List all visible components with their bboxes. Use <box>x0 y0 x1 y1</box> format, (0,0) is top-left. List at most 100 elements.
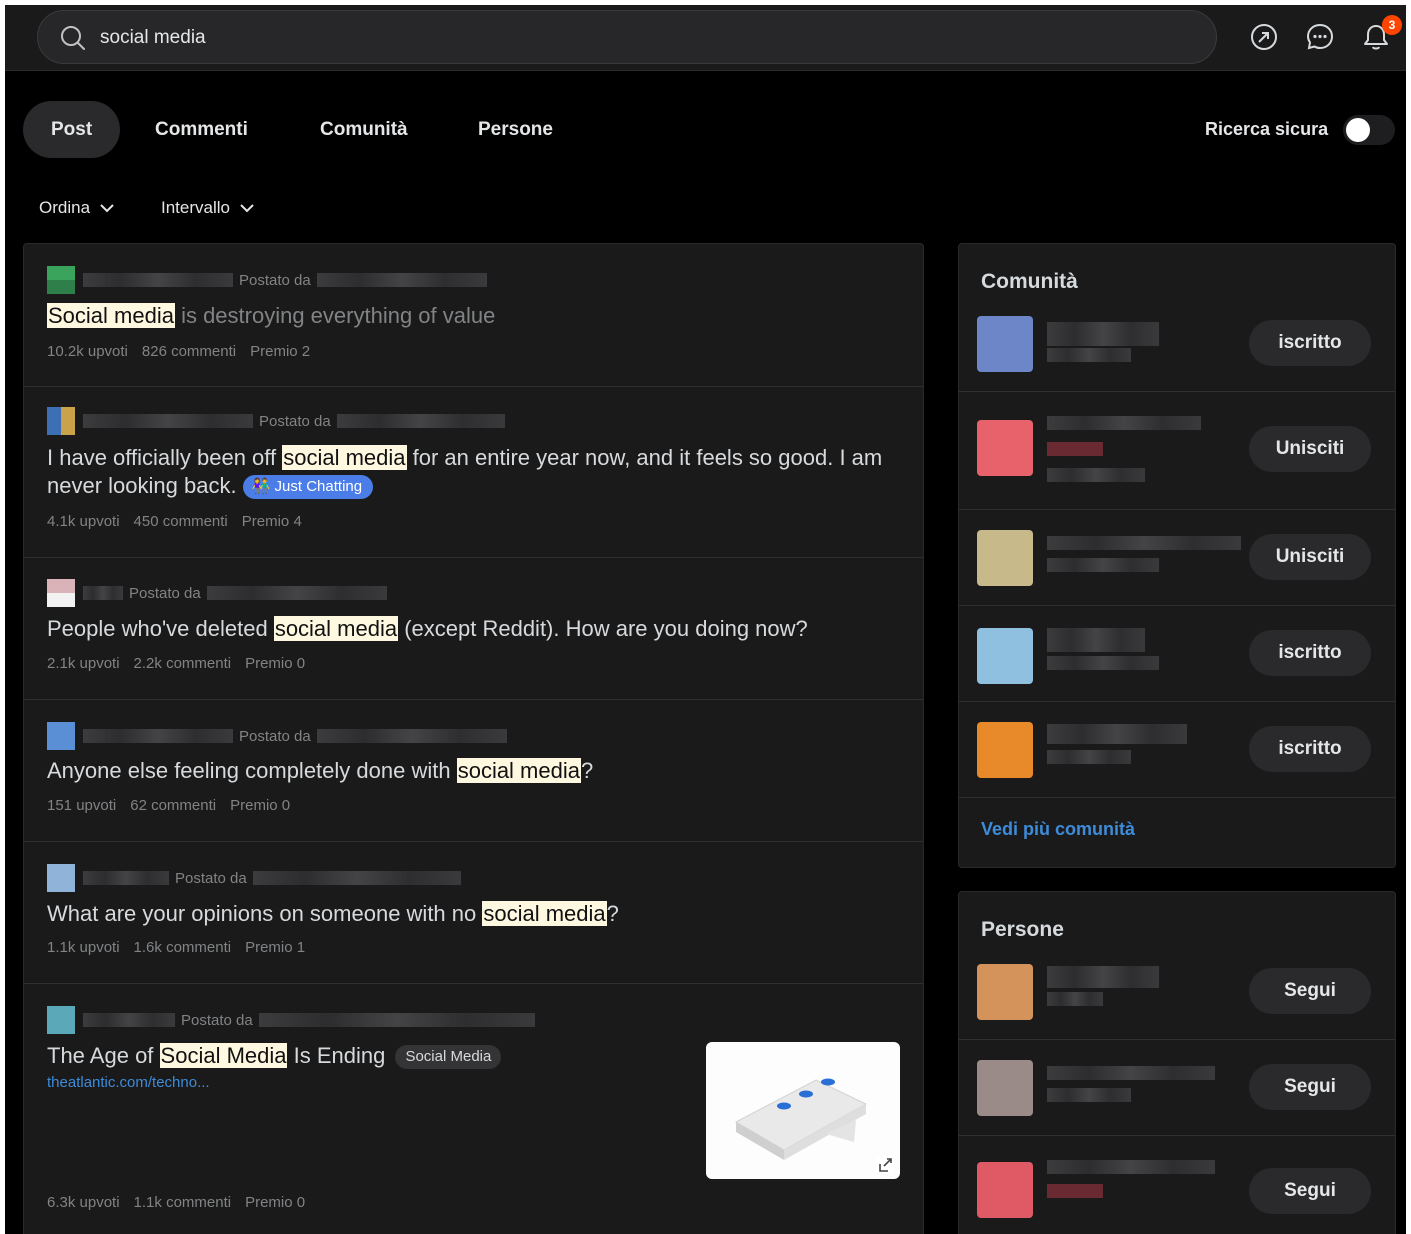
person-name-blurred <box>1047 1066 1215 1102</box>
community-name-blurred <box>83 273 233 287</box>
post-stats: 4.1k upvoti 450 commenti Premio 4 <box>47 513 316 530</box>
awards: Premio 0 <box>245 1194 306 1211</box>
chat-icon[interactable] <box>1304 21 1336 53</box>
upvotes: 6.3k upvoti <box>47 1194 120 1211</box>
post-meta: Postato da <box>47 722 507 750</box>
join-button[interactable]: iscritto <box>1249 630 1371 676</box>
community-name-blurred <box>83 414 253 428</box>
post-title[interactable]: People who've deleted social media (exce… <box>47 615 808 643</box>
search-bar[interactable] <box>37 10 1217 64</box>
safe-search-toggle[interactable] <box>1343 115 1395 145</box>
person-row[interactable]: Segui <box>959 1136 1395 1234</box>
post-title[interactable]: What are your opinions on someone with n… <box>47 900 619 928</box>
tab-persone[interactable]: Persone <box>478 101 553 158</box>
community-avatar <box>977 316 1033 372</box>
community-avatar <box>977 530 1033 586</box>
post-title[interactable]: Anyone else feeling completely done with… <box>47 757 593 785</box>
follow-button[interactable]: Segui <box>1249 1064 1371 1110</box>
author-name-blurred <box>316 273 487 287</box>
tab-post[interactable]: Post <box>23 101 121 158</box>
sort-label: Ordina <box>39 198 91 217</box>
post-item[interactable]: Postato da People who've deleted social … <box>24 558 923 700</box>
search-highlight: social media <box>482 901 607 926</box>
follow-button[interactable]: Segui <box>1249 968 1371 1014</box>
post-link[interactable]: theatlantic.com/techno... <box>47 1074 210 1091</box>
follow-button[interactable]: Segui <box>1249 1168 1371 1214</box>
toggle-knob <box>1346 118 1370 142</box>
person-row[interactable]: Segui <box>959 1040 1395 1136</box>
community-avatar <box>47 266 75 294</box>
post-flair[interactable]: 👫 Just Chatting <box>242 475 374 499</box>
person-name-blurred <box>1047 966 1159 1006</box>
communities-title: Comunità <box>981 270 1078 293</box>
awards: Premio 1 <box>245 939 306 956</box>
comments-count[interactable]: 450 commenti <box>134 513 228 530</box>
people-card: Persone Segui Segui Segui <box>958 891 1396 1234</box>
popular-icon[interactable] <box>1248 21 1280 53</box>
post-title[interactable]: The Age of Social Media Is Ending Social… <box>47 1042 502 1070</box>
title-text: Is Ending <box>287 1043 386 1068</box>
posted-by-label: Postato da <box>129 584 201 602</box>
post-thumbnail[interactable] <box>706 1042 900 1179</box>
join-button[interactable]: Unisciti <box>1249 426 1371 472</box>
post-flair[interactable]: Social Media <box>395 1045 502 1069</box>
comments-count[interactable]: 1.1k commenti <box>134 1194 232 1211</box>
post-item[interactable]: Postato da What are your opinions on som… <box>24 842 923 984</box>
search-highlight: social media <box>282 445 407 470</box>
community-avatar <box>977 420 1033 476</box>
post-item[interactable]: Postato da Anyone else feeling completel… <box>24 700 923 842</box>
post-stats: 10.2k upvoti 826 commenti Premio 2 <box>47 343 324 360</box>
post-item[interactable]: Postato da I have officially been off so… <box>24 387 923 558</box>
upvotes: 4.1k upvoti <box>47 513 120 530</box>
range-dropdown[interactable]: Intervallo <box>161 198 256 218</box>
title-text: ? <box>580 758 594 783</box>
post-meta: Postato da <box>47 407 505 435</box>
person-row[interactable]: Segui <box>959 960 1395 1040</box>
post-list: Postato da Social media is destroying ev… <box>23 243 924 1234</box>
community-row[interactable]: iscritto <box>959 606 1395 702</box>
top-bar: 3 <box>5 5 1406 71</box>
community-name-blurred <box>1047 416 1201 482</box>
people-icon: 👫 <box>251 478 275 495</box>
community-avatar <box>47 722 75 750</box>
community-name-blurred <box>83 586 123 600</box>
comments-count[interactable]: 62 commenti <box>130 797 216 814</box>
search-highlight: social media <box>456 758 581 783</box>
sort-dropdown[interactable]: Ordina <box>39 198 116 218</box>
upvotes: 151 upvoti <box>47 797 117 814</box>
see-more-communities-link[interactable]: Vedi più comunità <box>981 819 1135 840</box>
post-stats: 1.1k upvoti 1.6k commenti Premio 1 <box>47 939 319 956</box>
comments-count[interactable]: 1.6k commenti <box>134 939 232 956</box>
search-input[interactable] <box>100 21 1180 55</box>
community-row[interactable]: Unisciti <box>959 392 1395 510</box>
person-avatar <box>977 1162 1033 1218</box>
post-stats: 151 upvoti 62 commenti Premio 0 <box>47 797 304 814</box>
posted-by-label: Postato da <box>181 1011 253 1029</box>
community-avatar <box>47 864 75 892</box>
app-frame: 3 Post Commenti Comunità Persone Ricerca… <box>5 5 1406 1234</box>
range-label: Intervallo <box>161 198 230 217</box>
community-avatar <box>47 579 75 607</box>
tab-comunita[interactable]: Comunità <box>320 101 408 158</box>
join-button[interactable]: Unisciti <box>1249 534 1371 580</box>
comments-count[interactable]: 826 commenti <box>142 343 236 360</box>
post-item[interactable]: Postato da Social media is destroying ev… <box>24 244 923 387</box>
community-row[interactable]: iscritto <box>959 702 1395 798</box>
comments-count[interactable]: 2.2k commenti <box>134 655 232 672</box>
upvotes: 1.1k upvoti <box>47 939 120 956</box>
person-avatar <box>977 964 1033 1020</box>
awards: Premio 2 <box>250 343 311 360</box>
join-button[interactable]: iscritto <box>1249 320 1371 366</box>
community-name-blurred <box>83 871 169 885</box>
community-row[interactable]: iscritto <box>959 312 1395 392</box>
community-avatar <box>47 1006 75 1034</box>
tab-commenti[interactable]: Commenti <box>155 101 248 158</box>
title-text: Anyone else feeling completely done with <box>47 758 457 783</box>
community-name-blurred <box>1047 322 1159 362</box>
community-row[interactable]: Unisciti <box>959 510 1395 606</box>
author-name-blurred <box>316 729 507 743</box>
post-title[interactable]: I have officially been off social media … <box>47 444 907 500</box>
join-button[interactable]: iscritto <box>1249 726 1371 772</box>
post-title[interactable]: Social media is destroying everything of… <box>47 302 495 330</box>
people-title: Persone <box>981 918 1064 941</box>
